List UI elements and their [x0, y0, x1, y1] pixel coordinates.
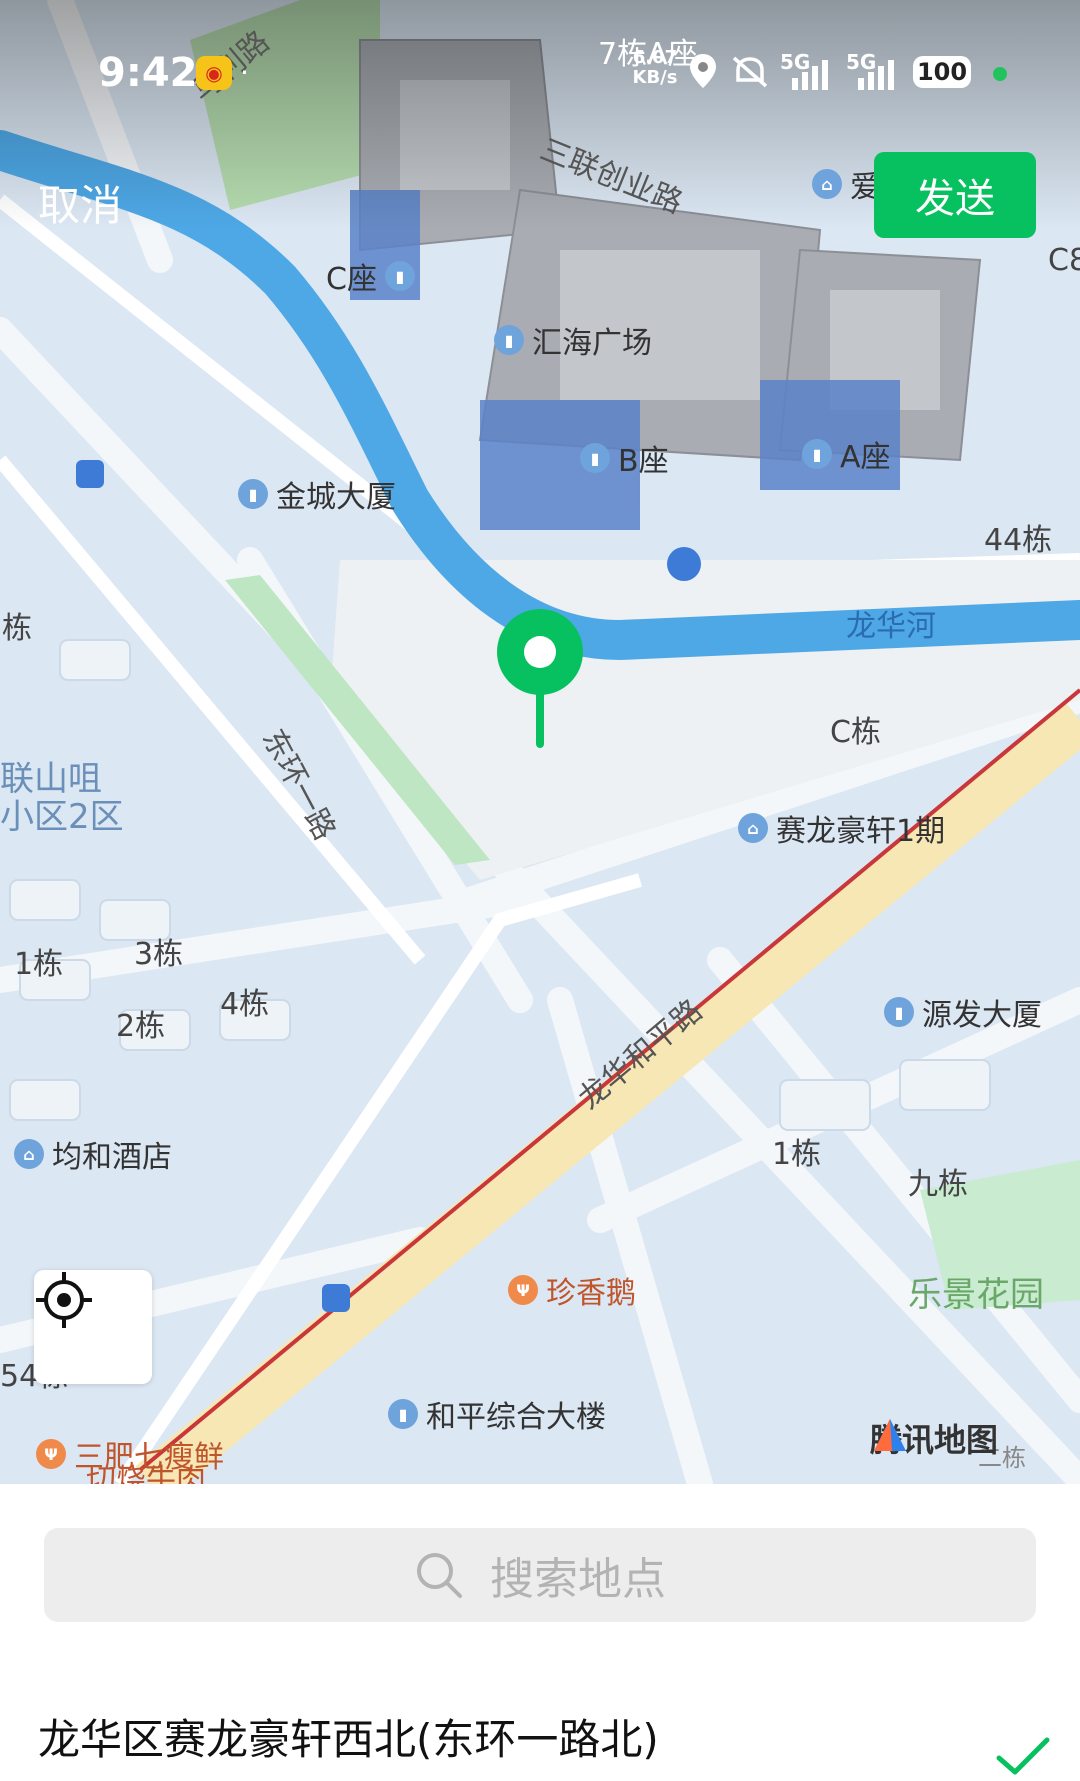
river-label: 龙华河 — [846, 609, 936, 644]
poi-heping-building[interactable]: ▮ 和平综合大楼 — [388, 1392, 606, 1436]
weibo-icon: ◉ — [196, 56, 232, 90]
gas-station-icon — [667, 547, 701, 581]
district-label: 小区2区 — [0, 797, 124, 837]
building-icon: ▮ — [494, 325, 524, 355]
building-icon: ▮ — [580, 443, 610, 473]
building-label: 栋 — [2, 611, 32, 646]
poi-zhenxiange[interactable]: Ψ 珍香鹅 — [508, 1268, 636, 1312]
building-icon: ▮ — [884, 997, 914, 1027]
result-item-name[interactable]: 龙华区赛龙豪轩西北(东环一路北) — [38, 1706, 659, 1767]
building-label: 切烧牛肉 — [86, 1463, 206, 1485]
building-label: 1栋 — [772, 1137, 822, 1172]
tencent-map-logo-icon — [874, 1419, 906, 1451]
poi-yuanfa[interactable]: ▮ 源发大厦 — [884, 990, 1042, 1034]
building-label: 44栋 — [984, 523, 1053, 558]
search-placeholder: 搜索地点 — [490, 1554, 666, 1605]
poi-sailong[interactable]: ⌂ 赛龙豪轩1期 — [738, 806, 945, 850]
battery-icon: 100 — [913, 56, 971, 88]
search-icon — [417, 1553, 462, 1598]
building-label: 九栋 — [908, 1167, 968, 1202]
search-input[interactable]: 搜索地点 — [44, 1528, 1036, 1622]
building-icon: ▮ — [238, 479, 268, 509]
poi-c-zuo[interactable]: C座 ▮ — [326, 254, 415, 298]
poi-top-right[interactable]: ⌂ 爱 — [812, 162, 880, 206]
status-bar: 9:42 ◉ · 6.07 KB/s 5G 5G 100 — [0, 0, 1080, 150]
clock: 9:42 — [98, 50, 198, 96]
home-icon: ⌂ — [738, 813, 768, 843]
signal-bars-icon — [858, 60, 894, 90]
map-brand: 腾讯地图 — [870, 1415, 998, 1461]
park-label: 乐景花园 — [908, 1275, 1044, 1315]
poi-b-zuo[interactable]: ▮ B座 — [580, 436, 669, 480]
building-label: 2栋 — [116, 1009, 166, 1044]
building-icon: ▮ — [384, 261, 415, 291]
building-label: C8 — [1048, 243, 1080, 278]
building-label: C栋 — [830, 715, 881, 750]
district-label: 联山咀 — [0, 759, 102, 799]
building-label: 3栋 — [134, 937, 184, 972]
crosshair-icon — [36, 1272, 92, 1328]
poi-junhe-hotel[interactable]: ⌂ 均和酒店 — [14, 1132, 172, 1176]
mute-icon — [732, 56, 768, 88]
building-label: 4栋 — [220, 987, 270, 1022]
poi-a-zuo[interactable]: ▮ A座 — [802, 432, 891, 476]
cancel-button[interactable]: 取消 — [38, 172, 122, 233]
locate-me-button[interactable] — [34, 1270, 152, 1384]
location-icon — [690, 54, 716, 88]
signal-bars-icon — [792, 60, 828, 90]
building-icon: ▮ — [388, 1399, 418, 1429]
status-dots: · — [240, 56, 249, 89]
poi-huihai[interactable]: ▮ 汇海广场 — [494, 318, 652, 362]
privacy-indicator-dot — [993, 67, 1007, 81]
building-label: 1栋 — [14, 947, 64, 982]
restaurant-icon: Ψ — [508, 1275, 538, 1305]
building-icon: ▮ — [802, 439, 832, 469]
home-icon: ⌂ — [812, 169, 842, 199]
poi-jincheng[interactable]: ▮ 金城大厦 — [238, 472, 396, 516]
check-icon — [996, 1737, 1050, 1775]
location-panel: 搜索地点 龙华区赛龙豪轩西北(东环一路北) — [0, 1484, 1080, 1781]
restaurant-icon: Ψ — [36, 1439, 66, 1469]
send-button[interactable]: 发送 — [874, 152, 1036, 238]
net-speed: 6.07 KB/s — [632, 47, 678, 88]
hotel-icon: ⌂ — [14, 1139, 44, 1169]
